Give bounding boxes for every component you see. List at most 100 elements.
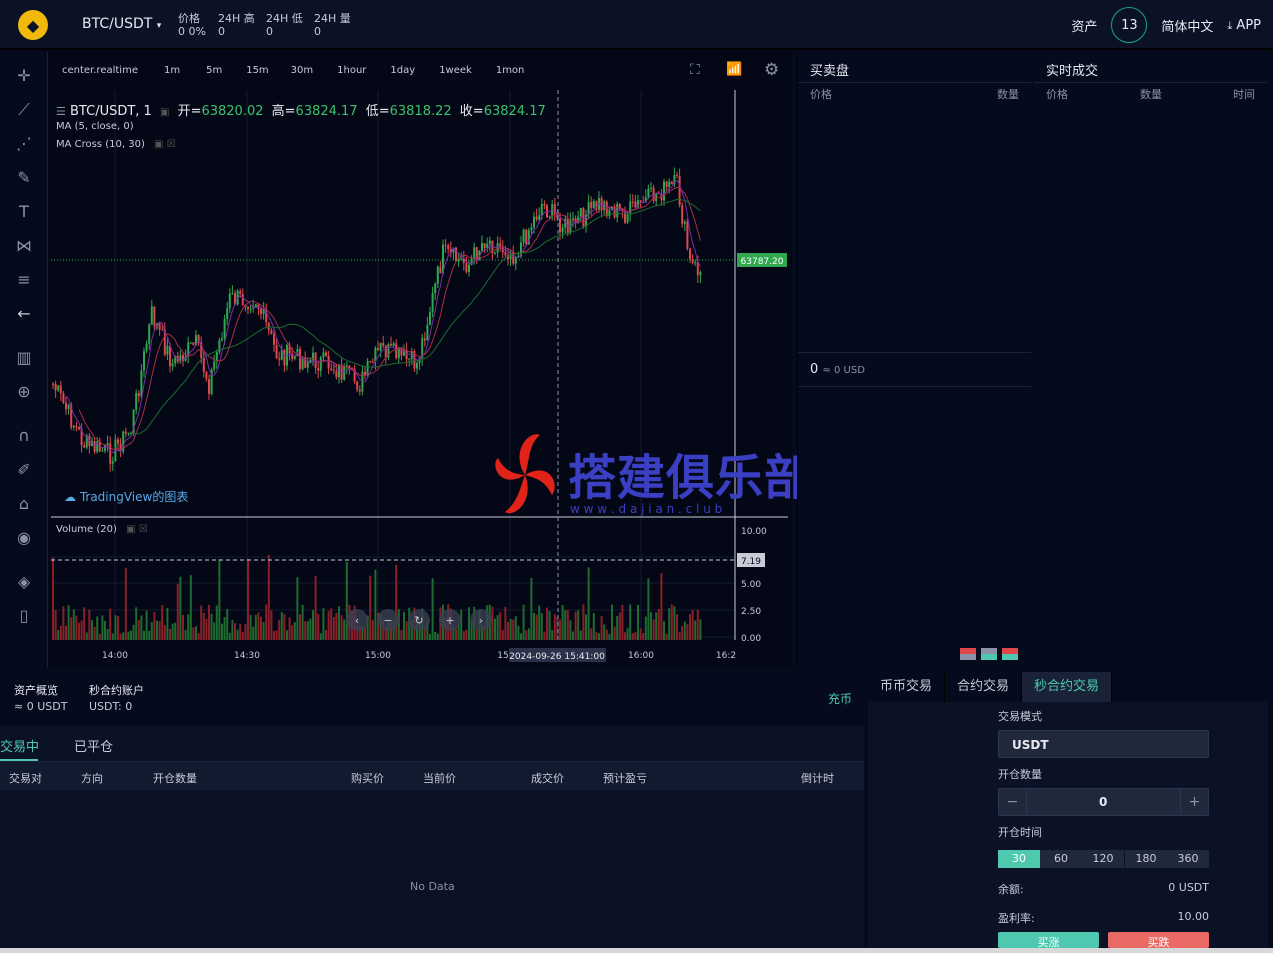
candle-body <box>59 385 62 394</box>
eye-icon[interactable]: ◉ <box>12 526 36 550</box>
candle-body <box>379 343 382 351</box>
tab-spot[interactable]: 币币交易 <box>868 672 946 702</box>
crosshair-icon[interactable]: ✛ <box>12 64 36 88</box>
notification-badge[interactable]: 13 <box>1111 7 1148 43</box>
indicator-close-icon[interactable]: ☒ <box>167 139 176 150</box>
volume-bar <box>325 629 327 640</box>
ob-qty-col: 数量 <box>997 88 1019 101</box>
depth-bids-icon[interactable] <box>981 648 997 660</box>
candle-body <box>416 362 418 369</box>
assets-link[interactable]: 资产 <box>1071 16 1097 35</box>
candle-body <box>293 356 296 359</box>
volume-bar <box>145 610 148 640</box>
candle-body <box>330 368 333 371</box>
trash-icon[interactable]: ▯ <box>12 604 36 628</box>
candle-body <box>317 367 320 371</box>
bottom-scrollbar[interactable] <box>0 948 1273 953</box>
candle-body <box>327 355 330 369</box>
binance-logo-icon[interactable]: ◆ <box>18 10 48 40</box>
interval-1week[interactable]: 1week <box>439 65 472 76</box>
pencil-lock-icon[interactable]: ✐ <box>12 458 36 482</box>
volume-bar <box>169 628 171 640</box>
volume-bar <box>572 631 574 640</box>
volume-bar <box>161 605 164 640</box>
deposit-link[interactable]: 充币 <box>828 690 852 707</box>
tab-trading[interactable]: 交易中 <box>0 736 39 755</box>
indicator-settings-icon[interactable]: ▣ <box>154 139 163 150</box>
volume-bar <box>530 577 533 640</box>
text-icon[interactable]: T <box>12 200 36 224</box>
interval-1mon[interactable]: 1mon <box>496 65 525 76</box>
interval-15m[interactable]: 15m <box>246 65 268 76</box>
time-option-360[interactable]: 360 <box>1167 850 1209 868</box>
stat-high: 24H 高 0 <box>218 12 255 38</box>
pattern-icon[interactable]: ⋈ <box>12 234 36 258</box>
interval-30m[interactable]: 30m <box>291 65 313 76</box>
lock-icon[interactable]: ⌂ <box>12 492 36 516</box>
candle-body <box>590 202 593 208</box>
volume-bar <box>231 619 234 640</box>
qty-minus-button[interactable]: − <box>999 789 1027 815</box>
time-option-180[interactable]: 180 <box>1125 850 1167 868</box>
qty-input[interactable]: 0 <box>1099 795 1107 809</box>
settings-small-icon[interactable]: ▣ <box>160 107 169 118</box>
tab-contract[interactable]: 合约交易 <box>945 672 1023 702</box>
pair-selector[interactable]: BTC/USDT ▾ <box>82 16 161 32</box>
ruler-icon[interactable]: ▥ <box>12 346 36 370</box>
interval-realtime[interactable]: center.realtime <box>62 65 138 76</box>
depth-asks-icon[interactable] <box>1002 648 1018 660</box>
fullscreen-icon[interactable]: ⛶ <box>690 62 700 78</box>
language-selector[interactable]: 简体中文 <box>1161 16 1213 35</box>
buy-down-button[interactable]: 买跌 <box>1108 932 1209 948</box>
interval-1hour[interactable]: 1hour <box>337 65 366 76</box>
volume-bar <box>637 604 639 640</box>
tab-second-contract[interactable]: 秒合约交易 <box>1022 672 1113 702</box>
volume-bar <box>465 629 468 640</box>
candle-body <box>631 201 634 203</box>
series-toggle-icon[interactable]: ☰ <box>56 105 66 118</box>
interval-1day[interactable]: 1day <box>390 65 415 76</box>
volume-bar <box>403 611 405 640</box>
magnet-icon[interactable]: ∩ <box>12 424 36 448</box>
candle-body <box>468 264 470 272</box>
candle-body <box>270 330 273 334</box>
layers-icon[interactable]: ◈ <box>12 570 36 594</box>
interval-1m[interactable]: 1m <box>164 65 180 76</box>
qty-plus-button[interactable]: + <box>1180 789 1208 815</box>
volume-bar <box>559 619 561 640</box>
volume-close-icon[interactable]: ☒ <box>139 524 148 535</box>
back-arrow-icon[interactable]: ← <box>12 302 36 326</box>
fib-icon[interactable]: ⋰ <box>12 132 36 156</box>
candlestick-chart[interactable]: 63787.20 7.19 10.00 5.00 2.50 0.00 14:00 14:30 1… <box>48 84 792 668</box>
settings-gear-icon[interactable]: ⚙ <box>764 60 779 80</box>
measure-icon[interactable]: ≡ <box>12 268 36 292</box>
buy-up-button[interactable]: 买涨 <box>998 932 1099 948</box>
time-option-60[interactable]: 60 <box>1040 850 1082 868</box>
watermark-logo-icon <box>495 434 555 514</box>
trendline-icon[interactable]: ⟋ <box>12 98 36 122</box>
candle-body <box>273 333 275 345</box>
candle-body <box>546 205 548 218</box>
candle-body <box>135 392 138 410</box>
zoom-in-icon[interactable]: ⊕ <box>12 380 36 404</box>
tab-closed[interactable]: 已平仓 <box>74 736 113 755</box>
indicator-icon[interactable]: 📶 <box>726 62 742 77</box>
rate-label: 盈利率: <box>998 912 1035 925</box>
time-axis-label: 16:00 <box>628 651 654 661</box>
app-download[interactable]: ⤓ APP <box>1227 18 1261 33</box>
balance-value: 0 USDT <box>1168 881 1209 894</box>
interval-5m[interactable]: 5m <box>206 65 222 76</box>
depth-both-icon[interactable] <box>960 648 976 660</box>
volume-bar <box>143 630 145 640</box>
ob-mid-price: 0 ≈ 0 USD <box>810 362 865 377</box>
candle-body <box>504 252 507 256</box>
time-option-120[interactable]: 120 <box>1082 850 1124 868</box>
mode-select[interactable]: USDT <box>998 730 1209 758</box>
brush-icon[interactable]: ✎ <box>12 166 36 190</box>
time-option-30[interactable]: 30 <box>998 850 1040 868</box>
volume-bar <box>676 614 678 640</box>
volume-settings-icon[interactable]: ▣ <box>126 524 135 535</box>
volume-bar <box>249 615 252 640</box>
candle-body <box>283 349 286 366</box>
tradingview-logo[interactable]: ☁ TradingView的图表 <box>64 488 188 505</box>
